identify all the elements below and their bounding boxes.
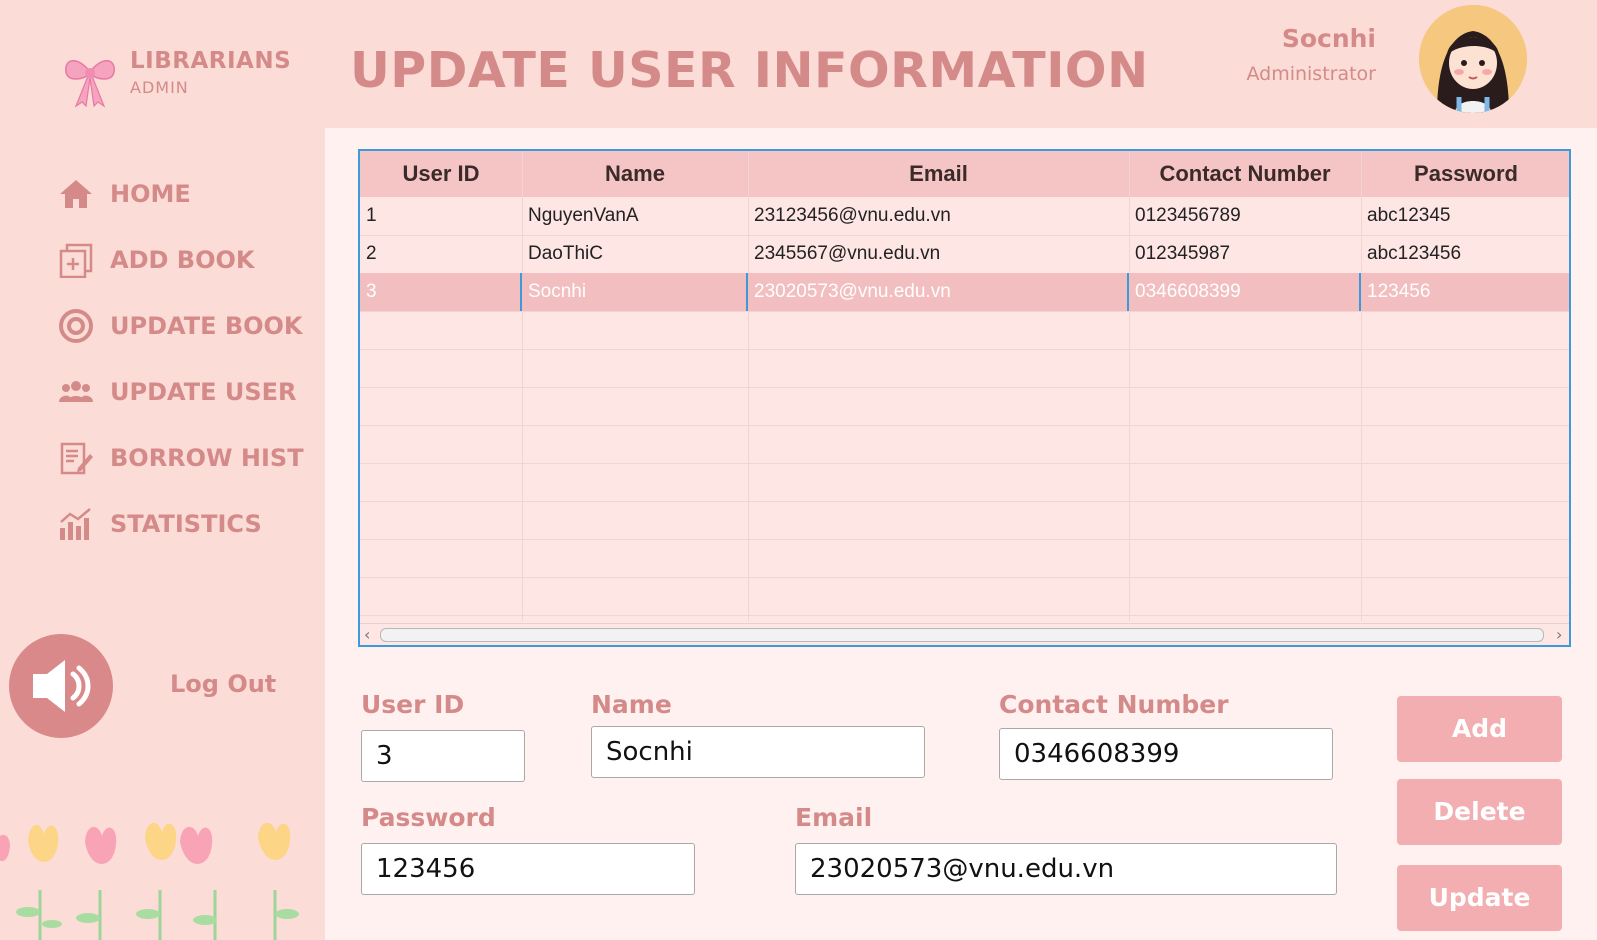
update-button[interactable]: Update <box>1397 865 1562 931</box>
page-title: UPDATE USER INFORMATION <box>350 42 1149 99</box>
bow-icon <box>65 60 115 108</box>
column-header-name[interactable]: Name <box>522 151 748 197</box>
users-icon <box>59 381 93 402</box>
cell-email: 23020573@vnu.edu.vn <box>748 273 1129 311</box>
cell-name: NguyenVanA <box>528 205 639 226</box>
table-row[interactable]: 1 NguyenVanA 23123456@vnu.edu.vn 0123456… <box>360 197 1569 235</box>
avatar[interactable] <box>1419 5 1527 113</box>
name-label: Name <box>591 690 672 719</box>
table-row-selected[interactable]: 3 Socnhi 23020573@vnu.edu.vn 0346608399 … <box>360 273 1569 311</box>
speaker-icon <box>33 660 91 712</box>
cell-user-id: 3 <box>360 273 522 311</box>
column-header-password[interactable]: Password <box>1361 151 1569 197</box>
contact-number-input[interactable] <box>999 728 1333 780</box>
cell-name: DaoThiC <box>528 243 603 264</box>
nav-update-book-label: UPDATE BOOK <box>110 312 303 340</box>
avatar-image <box>1419 5 1527 113</box>
column-header-user-id[interactable]: User ID <box>360 151 522 197</box>
email-input[interactable] <box>795 843 1337 895</box>
add-button[interactable]: Add <box>1397 696 1562 762</box>
table-row[interactable]: 2 DaoThiC 2345567@vnu.edu.vn 012345987 a… <box>360 235 1569 273</box>
update-book-icon <box>59 309 93 343</box>
delete-button[interactable]: Delete <box>1397 779 1562 845</box>
brand-title: LIBRARIANS <box>130 48 292 74</box>
cell-user-id: 2 <box>366 243 377 264</box>
cell-email: 23123456@vnu.edu.vn <box>754 205 951 226</box>
scroll-right-icon[interactable]: › <box>1556 625 1562 644</box>
user-id-label: User ID <box>361 690 465 719</box>
contact-number-label: Contact Number <box>999 690 1229 719</box>
nav-borrow-hist-label: BORROW HIST <box>110 444 304 472</box>
nav-update-user[interactable]: UPDATE USER <box>58 370 323 414</box>
cell-password: 123456 <box>1367 281 1431 302</box>
brand-logo: LIBRARIANS ADMIN <box>62 44 302 110</box>
password-label: Password <box>361 803 496 832</box>
user-id-input[interactable] <box>361 730 525 782</box>
cell-password: abc123456 <box>1367 243 1462 264</box>
column-header-contact[interactable]: Contact Number <box>1129 151 1361 197</box>
cell-contact: 012345987 <box>1135 243 1231 264</box>
column-header-email[interactable]: Email <box>748 151 1129 197</box>
nav-update-user-label: UPDATE USER <box>110 378 297 406</box>
nav-statistics[interactable]: STATISTICS <box>58 502 323 546</box>
sound-button[interactable] <box>9 634 113 738</box>
nav-home[interactable]: HOME <box>58 172 323 216</box>
cell-email: 2345567@vnu.edu.vn <box>754 243 941 264</box>
statistics-icon <box>60 508 91 540</box>
nav-add-book[interactable]: ADD BOOK <box>58 238 323 282</box>
user-name: Socnhi <box>1281 24 1376 53</box>
nav-borrow-hist[interactable]: BORROW HIST <box>58 436 323 480</box>
cell-contact: 0346608399 <box>1129 273 1361 311</box>
cell-user-id: 1 <box>366 205 377 226</box>
scrollbar-thumb[interactable] <box>380 628 1544 642</box>
users-table[interactable]: User ID Name Email Contact Number Passwo… <box>358 149 1571 647</box>
cell-contact: 0123456789 <box>1135 205 1241 226</box>
nav-update-book[interactable]: UPDATE BOOK <box>58 304 323 348</box>
nav-add-book-label: ADD BOOK <box>110 246 255 274</box>
cell-password: abc12345 <box>1367 205 1451 226</box>
brand-subtitle: ADMIN <box>130 78 189 97</box>
table-header: User ID Name Email Contact Number Passwo… <box>360 151 1569 197</box>
sidebar: LIBRARIANS ADMIN HOME ADD BOOK UPDATE BO… <box>0 0 325 940</box>
email-label: Email <box>795 803 873 832</box>
borrow-history-icon <box>60 442 93 475</box>
cell-name: Socnhi <box>522 273 748 311</box>
nav-home-label: HOME <box>110 180 191 208</box>
user-role: Administrator <box>1246 63 1376 85</box>
horizontal-scrollbar[interactable]: ‹ › <box>360 623 1569 645</box>
home-icon <box>60 180 92 208</box>
password-input[interactable] <box>361 843 695 895</box>
add-book-icon <box>59 243 93 278</box>
name-input[interactable] <box>591 726 925 778</box>
scroll-left-icon[interactable]: ‹ <box>364 625 370 644</box>
tulip-decoration <box>0 822 299 940</box>
logout-button[interactable]: Log Out <box>170 670 276 698</box>
nav-statistics-label: STATISTICS <box>110 510 262 538</box>
